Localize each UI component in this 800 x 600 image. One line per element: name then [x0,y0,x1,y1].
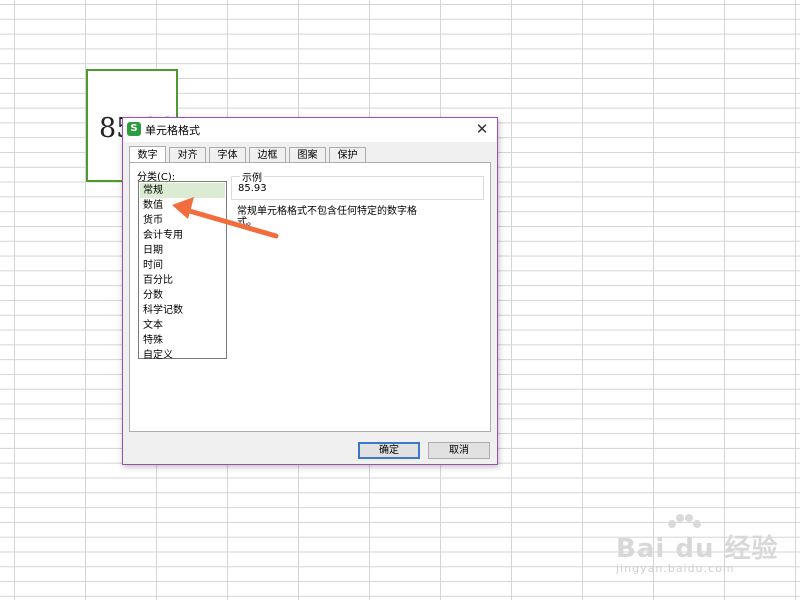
category-item-number[interactable]: 数值 [140,198,225,213]
category-item-scientific[interactable]: 科学记数 [140,303,225,318]
tab-font[interactable]: 字体 [209,147,246,162]
category-item-custom[interactable]: 自定义 [140,348,225,363]
sample-value: 85.93 [238,183,267,194]
dialog-title: 单元格格式 [145,124,200,137]
wps-spreadsheet-icon: S [127,122,141,136]
category-item-special[interactable]: 特殊 [140,333,225,348]
number-tab-panel: 分类(C): 常规 数值 货币 会计专用 日期 时间 百分比 分数 科学记数 文… [129,162,491,432]
close-icon[interactable]: ✕ [473,120,491,138]
category-item-general[interactable]: 常规 [140,183,225,198]
category-item-currency[interactable]: 货币 [140,213,225,228]
category-item-fraction[interactable]: 分数 [140,288,225,303]
tab-protection[interactable]: 保护 [329,147,366,162]
tab-number[interactable]: 数字 [129,146,166,163]
dialog-titlebar[interactable]: S 单元格格式 ✕ [123,118,497,142]
watermark-url: jingyan.baidu.com [616,562,735,575]
ok-button[interactable]: 确定 [358,442,420,459]
category-list[interactable]: 常规 数值 货币 会计专用 日期 时间 百分比 分数 科学记数 文本 特殊 自定… [138,181,227,361]
category-item-text[interactable]: 文本 [140,318,225,333]
tab-alignment[interactable]: 对齐 [169,147,206,162]
format-cells-dialog: S 单元格格式 ✕ 数字 对齐 字体 边框 图案 保护 分类(C): 常规 数值… [122,117,498,465]
sample-group: 示例 85.93 [231,169,484,200]
watermark-logo: Bai du 经验 [616,534,779,564]
format-description: 常规单元格格式不包含任何特定的数字格式。 [237,206,417,228]
category-item-date[interactable]: 日期 [140,243,225,258]
sample-legend: 示例 [240,169,264,184]
tab-pattern[interactable]: 图案 [289,147,326,162]
category-item-percentage[interactable]: 百分比 [140,273,225,288]
category-item-accounting[interactable]: 会计专用 [140,228,225,243]
watermark: Bai du 经验 jingyan.baidu.com [612,512,782,582]
cancel-button[interactable]: 取消 [428,442,490,459]
tab-border[interactable]: 边框 [249,147,286,162]
category-item-time[interactable]: 时间 [140,258,225,273]
